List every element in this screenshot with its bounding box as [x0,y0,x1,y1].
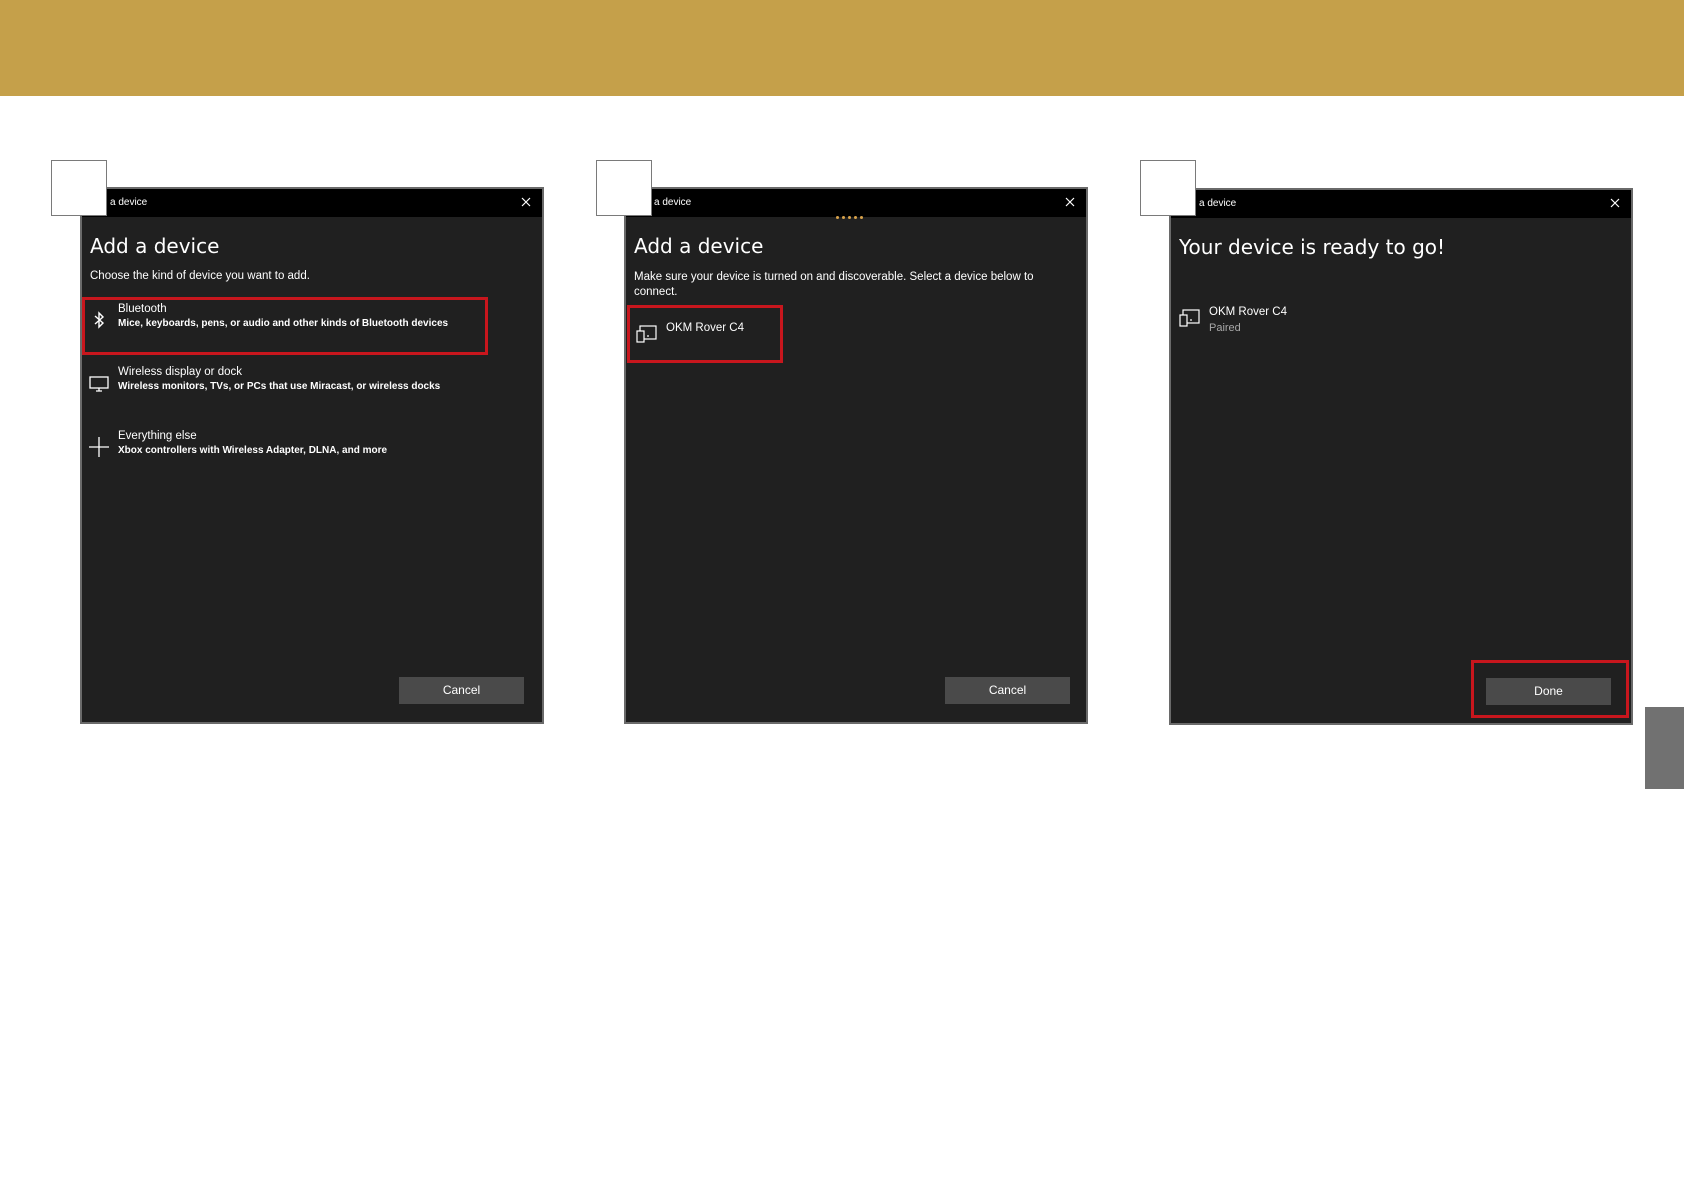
close-icon[interactable] [518,194,534,210]
option-everything-else[interactable]: Everything else Xbox controllers with Wi… [86,424,486,474]
window-title: a device [110,197,148,208]
cancel-button[interactable]: Cancel [399,677,524,704]
highlight-bluetooth [82,297,488,355]
device-name: OKM Rover C4 [1209,306,1287,318]
title-bar: a device [1171,190,1631,218]
option-title: Wireless display or dock [118,366,242,378]
monitor-icon [89,376,109,392]
option-description: Xbox controllers with Wireless Adapter, … [118,445,388,456]
add-device-dialog-step-1: a device Add a device Choose the kind of… [80,187,544,724]
add-device-dialog-step-3: a device Your device is ready to go! OKM… [1169,188,1633,725]
add-device-dialog-step-2: a device Add a device Make sure your dev… [624,187,1088,724]
step-box-2 [596,160,652,216]
step-box-3 [1140,160,1196,216]
title-bar: a device [82,189,542,217]
close-icon[interactable] [1062,194,1078,210]
dialog-heading: Your device is ready to go! [1179,235,1446,259]
title-bar: a device [626,189,1086,217]
window-title: a device [1199,198,1237,209]
highlight-device [627,305,783,363]
cancel-button[interactable]: Cancel [945,677,1070,704]
header-band [0,0,1684,96]
option-description: Wireless monitors, TVs, or PCs that use … [118,381,441,392]
progress-dots [836,216,876,220]
dialog-heading: Add a device [90,234,220,258]
close-icon[interactable] [1607,195,1623,211]
step-box-1 [51,160,107,216]
option-wireless-display[interactable]: Wireless display or dock Wireless monito… [86,360,486,410]
side-tab [1645,707,1684,789]
dialog-heading: Add a device [634,234,764,258]
option-title: Everything else [118,430,197,442]
window-title: a device [654,197,692,208]
dialog-subtitle: Make sure your device is turned on and d… [634,271,1034,298]
dialog-subtitle: Choose the kind of device you want to ad… [90,270,310,282]
highlight-done [1471,660,1629,718]
device-icon [1179,309,1200,327]
plus-icon [89,437,109,457]
device-item: OKM Rover C4 Paired [1179,306,1379,340]
device-status: Paired [1209,322,1241,334]
